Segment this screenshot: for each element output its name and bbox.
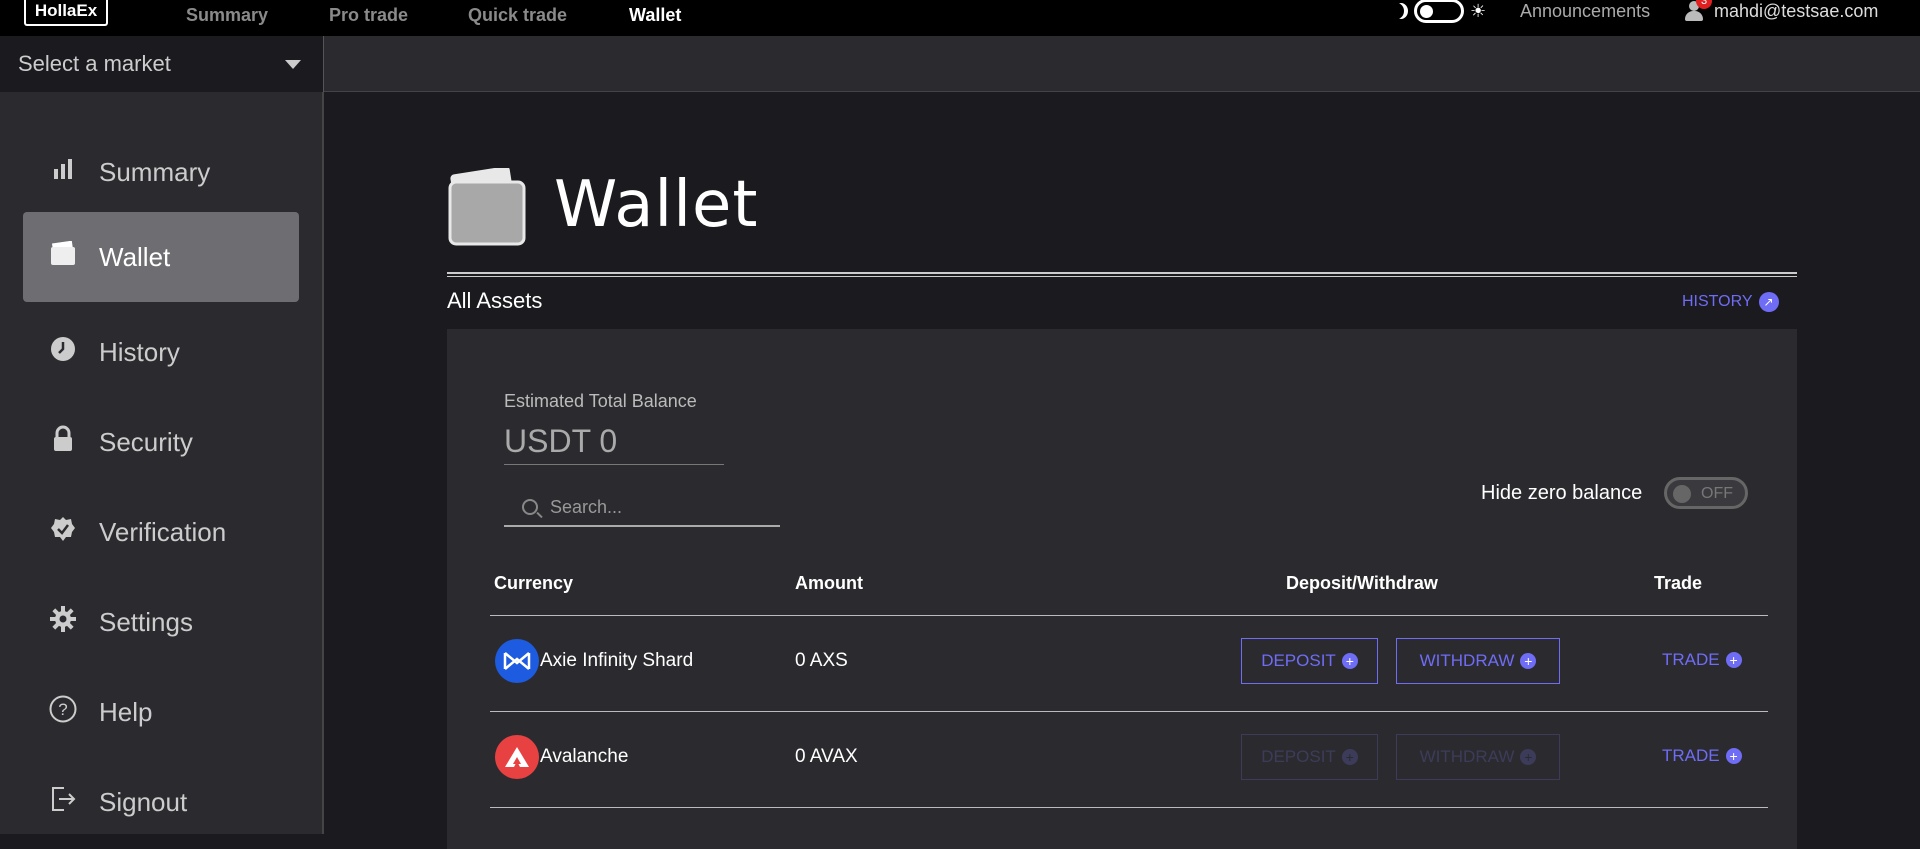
withdraw-button-label: WITHDRAW — [1419, 651, 1515, 670]
deposit-button-label: DEPOSIT — [1261, 651, 1336, 670]
deposit-button-label: DEPOSIT — [1261, 747, 1336, 766]
plus-icon: + — [1725, 748, 1742, 764]
clock-icon — [49, 335, 77, 363]
history-link[interactable]: HISTORY ↗ — [1682, 292, 1779, 312]
row-divider — [490, 807, 1768, 808]
column-header-currency: Currency — [494, 573, 574, 593]
theme-toggle[interactable] — [1414, 0, 1464, 23]
search-box — [504, 487, 780, 527]
sidebar-item-verification[interactable]: Verification — [23, 487, 299, 577]
sidebar-item-history[interactable]: History — [23, 307, 299, 397]
trade-link[interactable]: TRADE + — [1662, 650, 1742, 670]
withdraw-button-label: WITHDRAW — [1419, 747, 1515, 766]
withdraw-button[interactable]: WITHDRAW + — [1396, 734, 1560, 780]
sidebar-item-wallet[interactable]: Wallet — [23, 212, 299, 302]
sidebar-item-label: Summary — [99, 156, 211, 187]
plus-icon: + — [1520, 653, 1537, 669]
sun-icon: ☀ — [1470, 0, 1487, 21]
user-icon: 3 — [1684, 0, 1712, 21]
sidebar-item-help[interactable]: ? Help — [23, 667, 299, 757]
check-badge-icon — [49, 515, 77, 543]
sidebar-item-settings[interactable]: Settings — [23, 577, 299, 667]
currency-name: Axie Infinity Shard — [540, 650, 694, 671]
sidebar-item-label: History — [99, 336, 180, 367]
sidebar-item-summary[interactable]: Summary — [23, 127, 299, 217]
main-content: Wallet All Assets HISTORY ↗ Estimated To… — [326, 92, 1920, 849]
assets-panel: Estimated Total Balance USDT 0 Hide zero… — [447, 329, 1797, 849]
trade-link-label: TRADE — [1662, 650, 1720, 669]
column-header-deposit-withdraw: Deposit/Withdraw — [1286, 573, 1438, 593]
help-icon: ? — [49, 695, 77, 723]
row-divider — [490, 711, 1768, 712]
sidebar-item-label: Verification — [99, 516, 227, 547]
user-email: mahdi@testsae.com — [1714, 0, 1879, 21]
sidebar-item-label: Wallet — [99, 241, 171, 272]
axs-coin-icon — [495, 639, 539, 683]
search-input[interactable] — [550, 495, 770, 519]
trade-link[interactable]: TRADE + — [1662, 746, 1742, 766]
plus-icon: + — [1725, 652, 1742, 668]
avax-coin-icon — [495, 735, 539, 779]
estimated-balance-label: Estimated Total Balance — [504, 391, 697, 411]
sidebar-item-label: Security — [99, 426, 193, 457]
user-menu[interactable]: 3 mahdi@testsae.com — [1684, 0, 1878, 22]
deposit-button[interactable]: DEPOSIT + — [1241, 734, 1378, 780]
nav-quick-trade[interactable]: Quick trade — [468, 0, 567, 30]
row-divider — [490, 615, 1768, 616]
lock-icon — [49, 425, 77, 453]
column-header-amount: Amount — [795, 573, 863, 593]
market-select[interactable]: Select a market — [0, 36, 324, 92]
column-header-trade: Trade — [1654, 573, 1703, 593]
nav-summary[interactable]: Summary — [186, 0, 268, 30]
toggle-state: OFF — [1701, 485, 1733, 502]
sidebar-item-label: Settings — [99, 606, 193, 637]
wallet-icon — [49, 240, 77, 268]
nav-wallet[interactable]: Wallet — [629, 0, 681, 30]
sidebar-item-label: Signout — [99, 786, 188, 817]
moon-icon — [1394, 3, 1408, 19]
currency-amount: 0 AVAX — [795, 746, 858, 767]
sidebar-item-security[interactable]: Security — [23, 397, 299, 487]
trade-link-label: TRADE — [1662, 746, 1720, 765]
market-select-label: Select a market — [18, 51, 171, 76]
market-bar: Select a market — [0, 36, 1920, 92]
hide-zero-toggle[interactable]: OFF — [1664, 477, 1748, 509]
theme-switch[interactable]: ☀ — [1394, 0, 1487, 23]
divider — [447, 272, 1797, 274]
wallet-icon — [446, 166, 526, 248]
nav-pro-trade[interactable]: Pro trade — [329, 0, 408, 30]
hollaex-logo[interactable]: HollaEx — [24, 0, 108, 26]
withdraw-button[interactable]: WITHDRAW + — [1396, 638, 1560, 684]
svg-text:?: ? — [58, 700, 67, 719]
wallet-header — [446, 166, 526, 248]
history-icon: ↗ — [1758, 292, 1779, 312]
history-link-label: HISTORY — [1682, 293, 1753, 310]
hide-zero-label: Hide zero balance — [1481, 482, 1643, 504]
gear-icon — [49, 605, 77, 633]
page-title: Wallet — [554, 168, 759, 242]
toggle-knob — [1673, 485, 1691, 503]
announcements-link[interactable]: Announcements — [1520, 0, 1650, 22]
sidebar: Summary Wallet History Security Verifica… — [0, 92, 324, 834]
plus-icon: + — [1341, 653, 1358, 669]
all-assets-label: All Assets — [447, 288, 543, 313]
top-navbar: HollaEx Summary Pro trade Quick trade Wa… — [0, 0, 1920, 36]
currency-amount: 0 AXS — [795, 650, 848, 671]
search-icon — [522, 499, 538, 515]
chevron-down-icon — [285, 60, 301, 69]
plus-icon: + — [1341, 749, 1358, 765]
sidebar-item-label: Help — [99, 696, 153, 727]
plus-icon: + — [1520, 749, 1537, 765]
signout-icon — [49, 785, 77, 813]
deposit-button[interactable]: DEPOSIT + — [1241, 638, 1378, 684]
currency-name: Avalanche — [540, 746, 629, 767]
divider — [447, 276, 1797, 277]
bar-chart-icon — [49, 155, 77, 183]
estimated-balance-value: USDT 0 — [504, 423, 724, 465]
